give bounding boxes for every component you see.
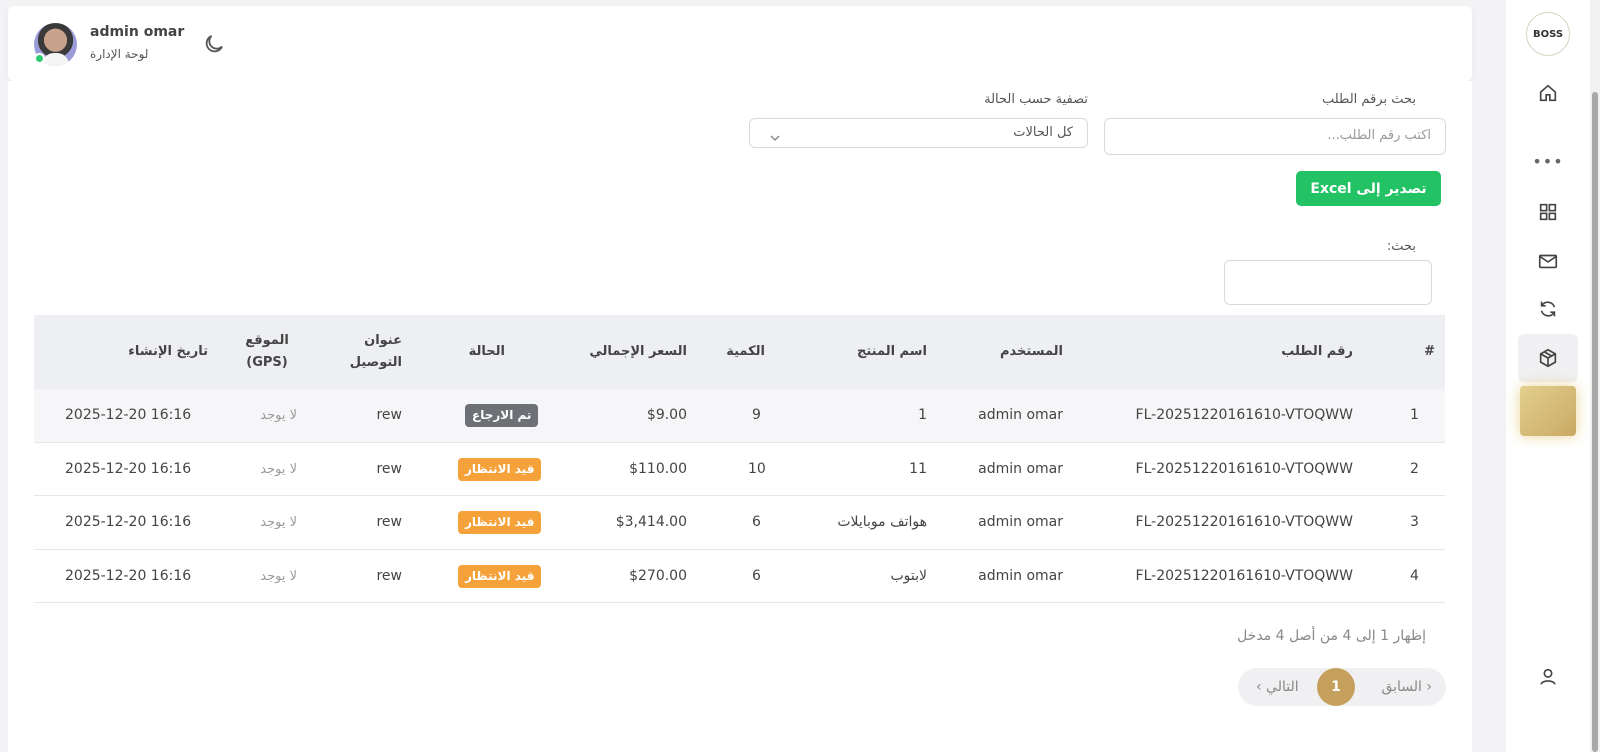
row-product: لابتوب [890,567,927,584]
status-badge: قيد الانتظار [458,564,542,588]
order-search-placeholder: اكتب رقم الطلب... [1327,128,1431,143]
sidebar: BOSS ••• [1506,0,1590,752]
row-price: $110.00 [629,460,687,477]
col-header-gps[interactable]: الموقع (GPS) [237,330,297,374]
logo-text: BOSS [1532,28,1564,40]
scrollbar-thumb[interactable] [1592,92,1598,752]
user-name: admin omar [90,24,185,40]
order-number: FL-20251220161610-VTOQWW [1135,460,1353,477]
row-date: 2025-12-20 16:16 [65,514,192,530]
row-number: 2 [1410,460,1419,477]
table-row[interactable]: 1 FL-20251220161610-VTOQWW admin omar 1 … [34,389,1445,443]
row-user: admin omar [978,460,1063,477]
row-product: 1 [918,407,927,423]
table-row[interactable]: 4 FL-20251220161610-VTOQWW admin omar لا… [34,550,1445,603]
mail-icon[interactable] [1528,241,1568,281]
table-row[interactable]: 3 FL-20251220161610-VTOQWW admin omar هو… [34,496,1445,550]
scrollbar[interactable] [1590,0,1600,752]
row-gps: لا يوجد [260,461,297,477]
col-header-product[interactable]: اسم المنتج [857,341,927,363]
row-qty: 10 [748,460,766,477]
box-icon[interactable] [1518,334,1578,382]
row-address: rew [376,407,402,423]
row-gps: لا يوجد [260,568,297,584]
row-user: admin omar [978,407,1063,423]
col-header-price[interactable]: السعر الإجمالي [589,341,687,363]
pagination-next[interactable]: التالي › [1256,668,1299,706]
table-search-label: بحث: [1386,239,1416,254]
status-filter-value: كل الحالات [1013,125,1073,140]
refresh-icon[interactable] [1528,289,1568,329]
col-header-status[interactable]: الحالة [469,341,505,363]
order-search-label: بحث برقم الطلب [1321,92,1416,107]
row-price: $3,414.00 [615,514,687,530]
col-header-order[interactable]: رقم الطلب [1281,341,1353,363]
row-product: هواتف موبايلات [837,514,927,530]
row-number: 3 [1410,514,1419,530]
table-header: # رقم الطلب المستخدم اسم المنتج الكمية ا… [34,315,1445,389]
col-header-qty[interactable]: الكمية [726,341,765,363]
row-qty: 6 [752,567,761,584]
table-search-input[interactable] [1224,260,1432,305]
pagination-page-1[interactable]: 1 [1317,668,1355,706]
table-row[interactable]: 2 FL-20251220161610-VTOQWW admin omar 11… [34,443,1445,496]
chevron-down-icon [770,128,780,142]
home-icon[interactable] [1528,73,1568,113]
more-icon[interactable]: ••• [1528,152,1568,171]
brand-logo[interactable]: BOSS [1526,12,1570,56]
row-price: $270.00 [629,567,687,584]
col-header-number[interactable]: # [1424,341,1435,363]
row-number: 4 [1410,567,1419,584]
order-number: FL-20251220161610-VTOQWW [1135,514,1353,530]
row-address: rew [376,460,402,477]
row-date: 2025-12-20 16:16 [65,460,192,477]
order-number: FL-20251220161610-VTOQWW [1135,407,1353,423]
row-gps: لا يوجد [260,515,297,530]
row-address: rew [376,514,402,530]
status-filter-label: تصفية حسب الحالة [984,92,1088,107]
row-price: $9.00 [646,407,687,423]
row-qty: 6 [752,514,761,530]
pagination-prev[interactable]: ‹ السابق [1381,668,1432,706]
orders-table: # رقم الطلب المستخدم اسم المنتج الكمية ا… [34,315,1445,603]
row-date: 2025-12-20 16:16 [65,567,192,584]
row-date: 2025-12-20 16:16 [65,407,192,423]
col-header-date[interactable]: تاريخ الإنشاء [128,341,208,363]
status-badge: قيد الانتظار [458,511,542,534]
col-header-user[interactable]: المستخدم [1000,341,1063,363]
order-number: FL-20251220161610-VTOQWW [1135,567,1353,584]
grid-icon[interactable] [1528,192,1568,232]
col-header-address[interactable]: عنوان التوصيل [342,330,402,374]
row-number: 1 [1410,407,1419,423]
row-product: 11 [909,460,927,477]
order-search-input[interactable]: اكتب رقم الطلب... [1104,118,1446,155]
status-filter-select[interactable]: كل الحالات [749,118,1088,148]
user-icon[interactable] [1528,657,1568,697]
row-gps: لا يوجد [260,408,297,423]
online-status-dot [34,53,45,64]
moon-icon[interactable] [202,32,226,56]
status-badge: قيد الانتظار [458,457,542,481]
row-address: rew [376,567,402,584]
export-excel-button[interactable]: تصدير إلى Excel [1296,171,1441,206]
top-bar: admin omar لوحة الإدارة [8,6,1472,81]
user-role: لوحة الإدارة [90,47,149,61]
status-badge: تم الارجاع [465,404,539,427]
row-user: admin omar [978,567,1063,584]
row-user: admin omar [978,514,1063,530]
pagination: ‹ السابق 1 التالي › [1238,668,1446,706]
active-menu-highlight[interactable] [1520,386,1576,436]
table-info: إظهار 1 إلى 4 من أصل 4 مدخل [1237,628,1426,644]
row-qty: 9 [752,407,761,423]
